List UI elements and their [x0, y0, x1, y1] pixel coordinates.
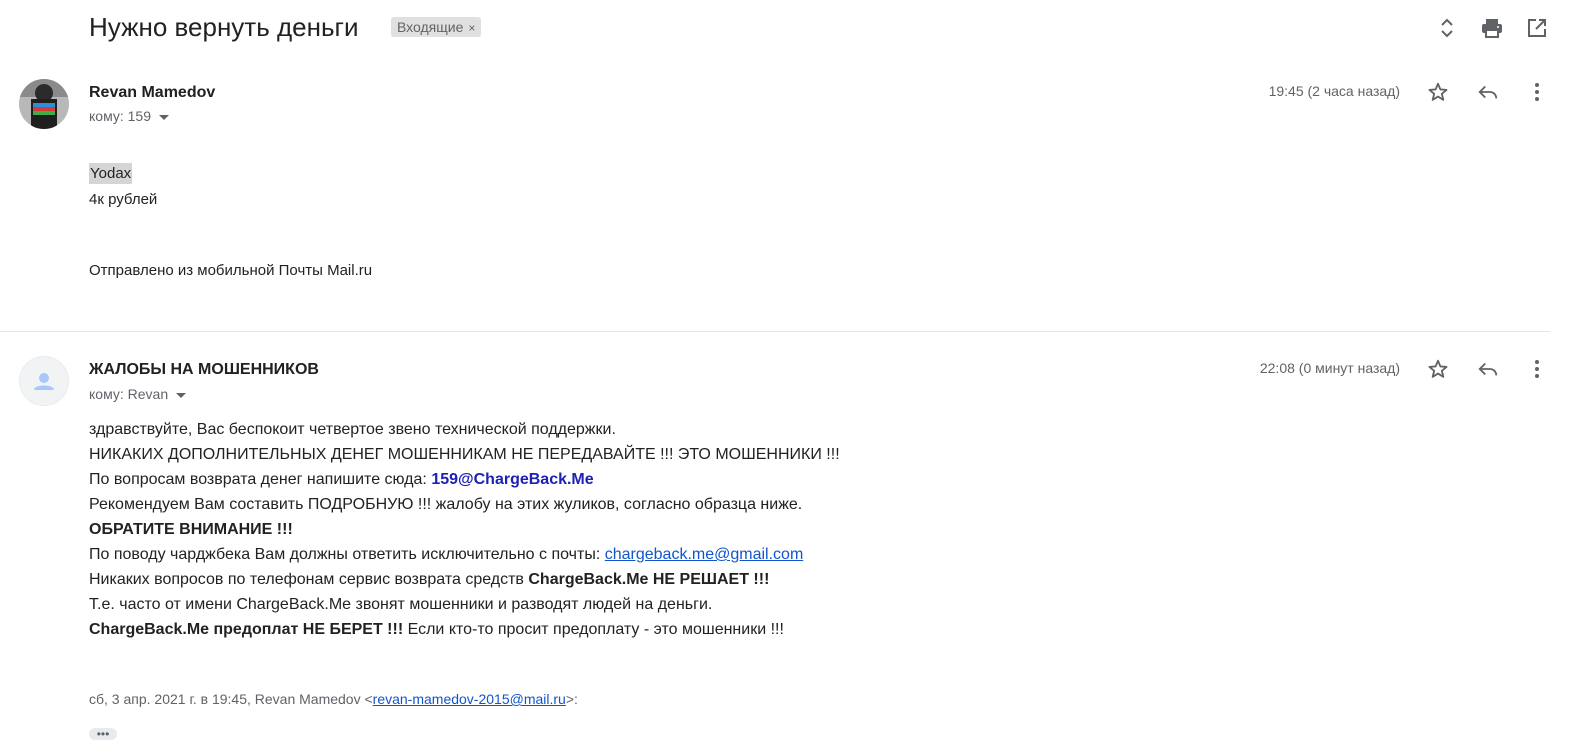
highlighted-text: Yodax: [89, 163, 133, 184]
chargeback-email-link[interactable]: chargeback.me@gmail.com: [605, 546, 804, 563]
reply-icon[interactable]: [1475, 356, 1501, 382]
chevron-down-icon: [176, 392, 187, 398]
body-line: По вопросам возврата денег напишите сюда…: [89, 471, 594, 488]
message-divider: [0, 331, 1550, 332]
recipients-toggle[interactable]: кому: Revan: [89, 386, 187, 402]
expand-collapse-icon[interactable]: [1434, 15, 1460, 41]
open-in-new-window-icon[interactable]: [1524, 15, 1550, 41]
body-line: Рекомендуем Вам составить ПОДРОБНУЮ !!! …: [89, 496, 803, 513]
inbox-label-chip[interactable]: Входящие ×: [391, 17, 482, 37]
more-options-icon[interactable]: [1524, 356, 1550, 382]
body-line: Т.е. часто от имени ChargeBack.Me звонят…: [89, 596, 713, 613]
attention-heading: ОБРАТИТЕ ВНИМАНИЕ !!!: [89, 521, 293, 538]
star-icon[interactable]: [1425, 79, 1451, 105]
mobile-signature: Отправлено из мобильной Почты Mail.ru: [89, 262, 373, 279]
body-line: По поводу чарджбека Вам должны ответить …: [89, 546, 804, 563]
show-trimmed-content-button[interactable]: •••: [89, 728, 117, 740]
default-avatar[interactable]: [19, 356, 69, 406]
body-line: Никаких вопросов по телефонам сервис воз…: [89, 571, 770, 588]
sender-name: ЖАЛОБЫ НА МОШЕННИКОВ: [89, 361, 319, 378]
quoted-sender-email-link[interactable]: revan-mamedov-2015@mail.ru: [373, 691, 566, 707]
recipients-text: кому: 159: [89, 108, 151, 124]
recipients-toggle[interactable]: кому: 159: [89, 108, 169, 124]
recipients-text: кому: Revan: [89, 386, 169, 402]
message-body: здравствуйте, Вас беспокоит четвертое зв…: [89, 417, 840, 642]
star-icon[interactable]: [1425, 356, 1451, 382]
reply-icon[interactable]: [1475, 79, 1501, 105]
message-time: 22:08 (0 минут назад): [1259, 360, 1400, 376]
inbox-label-text: Входящие: [397, 19, 464, 35]
sender-name: Revan Mamedov: [89, 84, 216, 101]
more-options-icon[interactable]: [1524, 79, 1550, 105]
sender-avatar[interactable]: [19, 79, 69, 129]
email-subject: Нужно вернуть деньги: [89, 12, 359, 42]
support-email: 159@ChargeBack.Me: [431, 471, 594, 488]
body-line: 4к рублей: [89, 191, 158, 208]
remove-label-icon[interactable]: ×: [468, 21, 475, 35]
chevron-down-icon: [159, 114, 169, 120]
message-time: 19:45 (2 часа назад): [1268, 83, 1400, 99]
quote-header: сб, 3 апр. 2021 г. в 19:45, Revan Mamedo…: [89, 691, 578, 707]
body-line: НИКАКИХ ДОПОЛНИТЕЛЬНЫХ ДЕНЕГ МОШЕННИКАМ …: [89, 446, 840, 463]
body-line: ChargeBack.Me предоплат НЕ БЕРЕТ !!! Есл…: [89, 621, 784, 638]
print-icon[interactable]: [1479, 15, 1505, 41]
body-line: здравствуйте, Вас беспокоит четвертое зв…: [89, 421, 616, 438]
